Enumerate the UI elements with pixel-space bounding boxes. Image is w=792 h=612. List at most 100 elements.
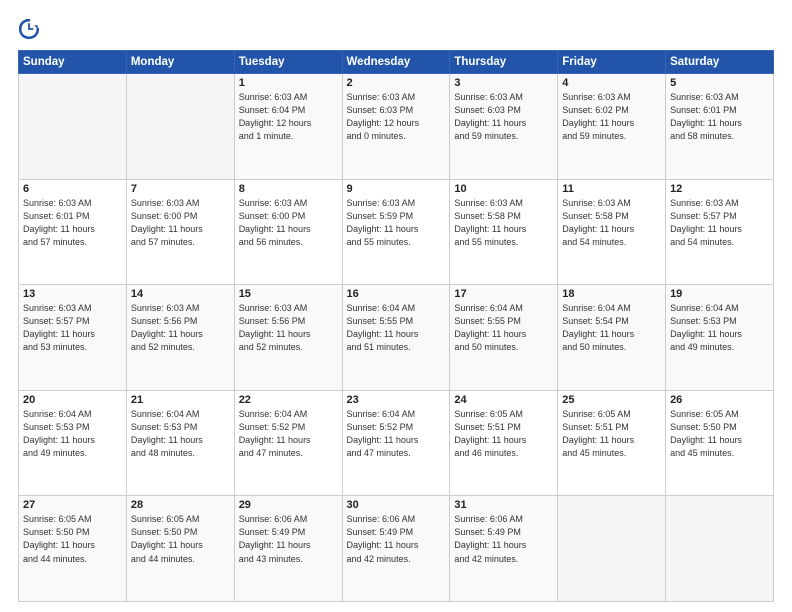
day-info: Sunrise: 6:05 AM Sunset: 5:50 PM Dayligh… [23, 513, 122, 565]
day-number: 22 [239, 394, 338, 406]
day-cell: 17 Sunrise: 6:04 AM Sunset: 5:55 PM Dayli… [450, 285, 558, 391]
day-info: Sunrise: 6:04 AM Sunset: 5:55 PM Dayligh… [454, 302, 553, 354]
day-cell [19, 74, 127, 180]
week-row-2: 6 Sunrise: 6:03 AM Sunset: 6:01 PM Daylig… [19, 179, 774, 285]
day-cell: 21Sunrise: 6:04 AM Sunset: 5:53 PM Dayli… [126, 390, 234, 496]
calendar-table: SundayMondayTuesdayWednesdayThursdayFrid… [18, 50, 774, 602]
day-cell: 10Sunrise: 6:03 AM Sunset: 5:58 PM Dayli… [450, 179, 558, 285]
day-number: 5 [670, 77, 769, 89]
day-number: 28 [131, 499, 230, 511]
day-number: 18 [562, 288, 661, 300]
day-cell: 23 Sunrise: 6:04 AM Sunset: 5:52 PM Dayli… [342, 390, 450, 496]
day-number: 23 [347, 394, 446, 406]
day-info: Sunrise: 6:03 AM Sunset: 6:01 PM Dayligh… [670, 91, 769, 143]
day-cell: 11 Sunrise: 6:03 AM Sunset: 5:58 PM Dayli… [558, 179, 666, 285]
logo-icon [18, 18, 40, 40]
day-number: 25 [562, 394, 661, 406]
day-number: 19 [670, 288, 769, 300]
day-info: Sunrise: 6:04 AM Sunset: 5:52 PM Dayligh… [239, 408, 338, 460]
day-info: Sunrise: 6:03 AM Sunset: 5:57 PM Dayligh… [670, 197, 769, 249]
day-number: 4 [562, 77, 661, 89]
day-info: Sunrise: 6:03 AM Sunset: 6:01 PM Dayligh… [23, 197, 122, 249]
day-info: Sunrise: 6:03 AM Sunset: 5:56 PM Dayligh… [239, 302, 338, 354]
day-number: 3 [454, 77, 553, 89]
day-cell: 8 Sunrise: 6:03 AM Sunset: 6:00 PM Daylig… [234, 179, 342, 285]
day-info: Sunrise: 6:05 AM Sunset: 5:51 PM Dayligh… [454, 408, 553, 460]
day-cell: 2 Sunrise: 6:03 AM Sunset: 6:03 PM Daylig… [342, 74, 450, 180]
day-number: 2 [347, 77, 446, 89]
day-info: Sunrise: 6:06 AM Sunset: 5:49 PM Dayligh… [454, 513, 553, 565]
day-info: Sunrise: 6:04 AM Sunset: 5:52 PM Dayligh… [347, 408, 446, 460]
day-info: Sunrise: 6:03 AM Sunset: 5:59 PM Dayligh… [347, 197, 446, 249]
day-cell: 18Sunrise: 6:04 AM Sunset: 5:54 PM Dayli… [558, 285, 666, 391]
day-number: 26 [670, 394, 769, 406]
day-info: Sunrise: 6:04 AM Sunset: 5:53 PM Dayligh… [670, 302, 769, 354]
day-cell: 29 Sunrise: 6:06 AM Sunset: 5:49 PM Dayli… [234, 496, 342, 602]
day-cell: 28 Sunrise: 6:05 AM Sunset: 5:50 PM Dayli… [126, 496, 234, 602]
day-number: 30 [347, 499, 446, 511]
day-number: 8 [239, 183, 338, 195]
day-cell: 14 Sunrise: 6:03 AM Sunset: 5:56 PM Dayli… [126, 285, 234, 391]
day-cell: 9 Sunrise: 6:03 AM Sunset: 5:59 PM Daylig… [342, 179, 450, 285]
week-row-5: 27 Sunrise: 6:05 AM Sunset: 5:50 PM Dayli… [19, 496, 774, 602]
day-cell: 15 Sunrise: 6:03 AM Sunset: 5:56 PM Dayli… [234, 285, 342, 391]
day-info: Sunrise: 6:03 AM Sunset: 6:04 PM Dayligh… [239, 91, 338, 143]
day-info: Sunrise: 6:05 AM Sunset: 5:51 PM Dayligh… [562, 408, 661, 460]
day-cell: 30 Sunrise: 6:06 AM Sunset: 5:49 PM Dayli… [342, 496, 450, 602]
day-info: Sunrise: 6:05 AM Sunset: 5:50 PM Dayligh… [131, 513, 230, 565]
day-number: 11 [562, 183, 661, 195]
calendar-page: SundayMondayTuesdayWednesdayThursdayFrid… [0, 0, 792, 612]
day-info: Sunrise: 6:03 AM Sunset: 5:58 PM Dayligh… [562, 197, 661, 249]
day-cell: 6 Sunrise: 6:03 AM Sunset: 6:01 PM Daylig… [19, 179, 127, 285]
week-row-4: 20 Sunrise: 6:04 AM Sunset: 5:53 PM Dayli… [19, 390, 774, 496]
day-info: Sunrise: 6:04 AM Sunset: 5:55 PM Dayligh… [347, 302, 446, 354]
day-number: 13 [23, 288, 122, 300]
day-info: Sunrise: 6:06 AM Sunset: 5:49 PM Dayligh… [347, 513, 446, 565]
day-info: Sunrise: 6:04 AM Sunset: 5:53 PM Dayligh… [23, 408, 122, 460]
day-number: 14 [131, 288, 230, 300]
weekday-header-monday: Monday [126, 51, 234, 74]
weekday-header-saturday: Saturday [666, 51, 774, 74]
day-number: 15 [239, 288, 338, 300]
day-number: 10 [454, 183, 553, 195]
weekday-header-wednesday: Wednesday [342, 51, 450, 74]
day-number: 27 [23, 499, 122, 511]
day-number: 31 [454, 499, 553, 511]
header [18, 18, 774, 40]
day-cell: 26Sunrise: 6:05 AM Sunset: 5:50 PM Dayli… [666, 390, 774, 496]
day-number: 17 [454, 288, 553, 300]
day-cell: 31 Sunrise: 6:06 AM Sunset: 5:49 PM Dayli… [450, 496, 558, 602]
weekday-header-row: SundayMondayTuesdayWednesdayThursdayFrid… [19, 51, 774, 74]
day-info: Sunrise: 6:06 AM Sunset: 5:49 PM Dayligh… [239, 513, 338, 565]
day-number: 6 [23, 183, 122, 195]
day-number: 20 [23, 394, 122, 406]
day-number: 21 [131, 394, 230, 406]
day-number: 24 [454, 394, 553, 406]
day-cell [558, 496, 666, 602]
day-info: Sunrise: 6:03 AM Sunset: 5:56 PM Dayligh… [131, 302, 230, 354]
day-cell: 20 Sunrise: 6:04 AM Sunset: 5:53 PM Dayli… [19, 390, 127, 496]
day-cell: 1Sunrise: 6:03 AM Sunset: 6:04 PM Daylig… [234, 74, 342, 180]
day-cell: 19 Sunrise: 6:04 AM Sunset: 5:53 PM Dayli… [666, 285, 774, 391]
day-cell: 27 Sunrise: 6:05 AM Sunset: 5:50 PM Dayli… [19, 496, 127, 602]
day-cell [666, 496, 774, 602]
weekday-header-tuesday: Tuesday [234, 51, 342, 74]
day-info: Sunrise: 6:03 AM Sunset: 5:57 PM Dayligh… [23, 302, 122, 354]
day-cell: 16Sunrise: 6:04 AM Sunset: 5:55 PM Dayli… [342, 285, 450, 391]
day-info: Sunrise: 6:03 AM Sunset: 6:03 PM Dayligh… [347, 91, 446, 143]
weekday-header-friday: Friday [558, 51, 666, 74]
day-cell: 25 Sunrise: 6:05 AM Sunset: 5:51 PM Dayli… [558, 390, 666, 496]
day-info: Sunrise: 6:03 AM Sunset: 6:00 PM Dayligh… [131, 197, 230, 249]
weekday-header-sunday: Sunday [19, 51, 127, 74]
day-number: 9 [347, 183, 446, 195]
weekday-header-thursday: Thursday [450, 51, 558, 74]
day-number: 29 [239, 499, 338, 511]
day-cell: 4 Sunrise: 6:03 AM Sunset: 6:02 PM Daylig… [558, 74, 666, 180]
week-row-3: 13 Sunrise: 6:03 AM Sunset: 5:57 PM Dayli… [19, 285, 774, 391]
day-number: 12 [670, 183, 769, 195]
day-cell: 7Sunrise: 6:03 AM Sunset: 6:00 PM Daylig… [126, 179, 234, 285]
day-info: Sunrise: 6:03 AM Sunset: 6:02 PM Dayligh… [562, 91, 661, 143]
day-cell: 13 Sunrise: 6:03 AM Sunset: 5:57 PM Dayli… [19, 285, 127, 391]
day-cell [126, 74, 234, 180]
day-info: Sunrise: 6:03 AM Sunset: 6:00 PM Dayligh… [239, 197, 338, 249]
